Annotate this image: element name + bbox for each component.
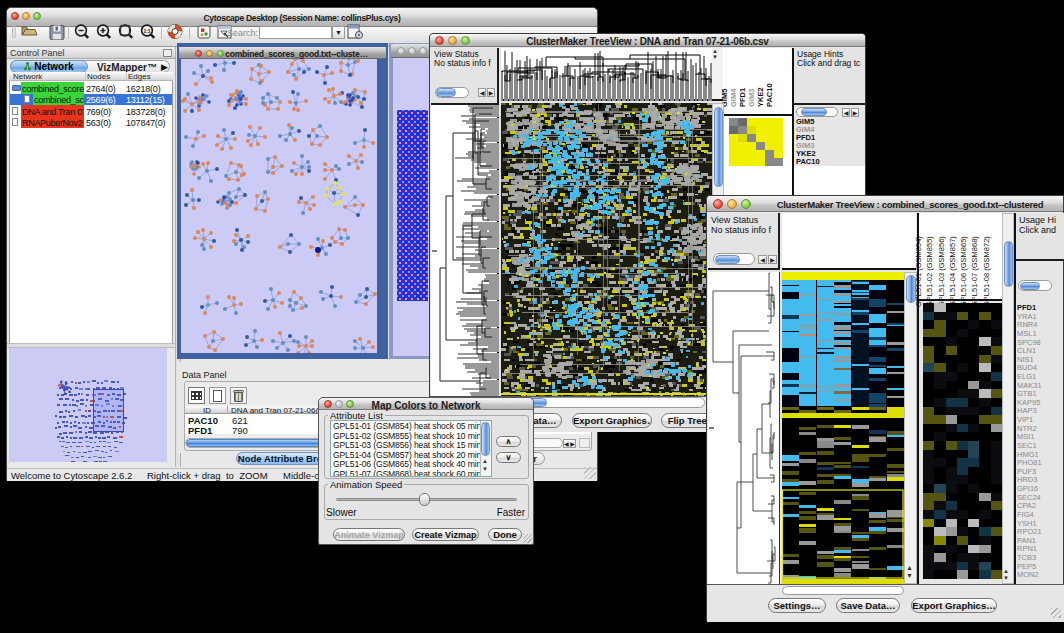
svg-text:1:1: 1:1 bbox=[143, 28, 150, 34]
